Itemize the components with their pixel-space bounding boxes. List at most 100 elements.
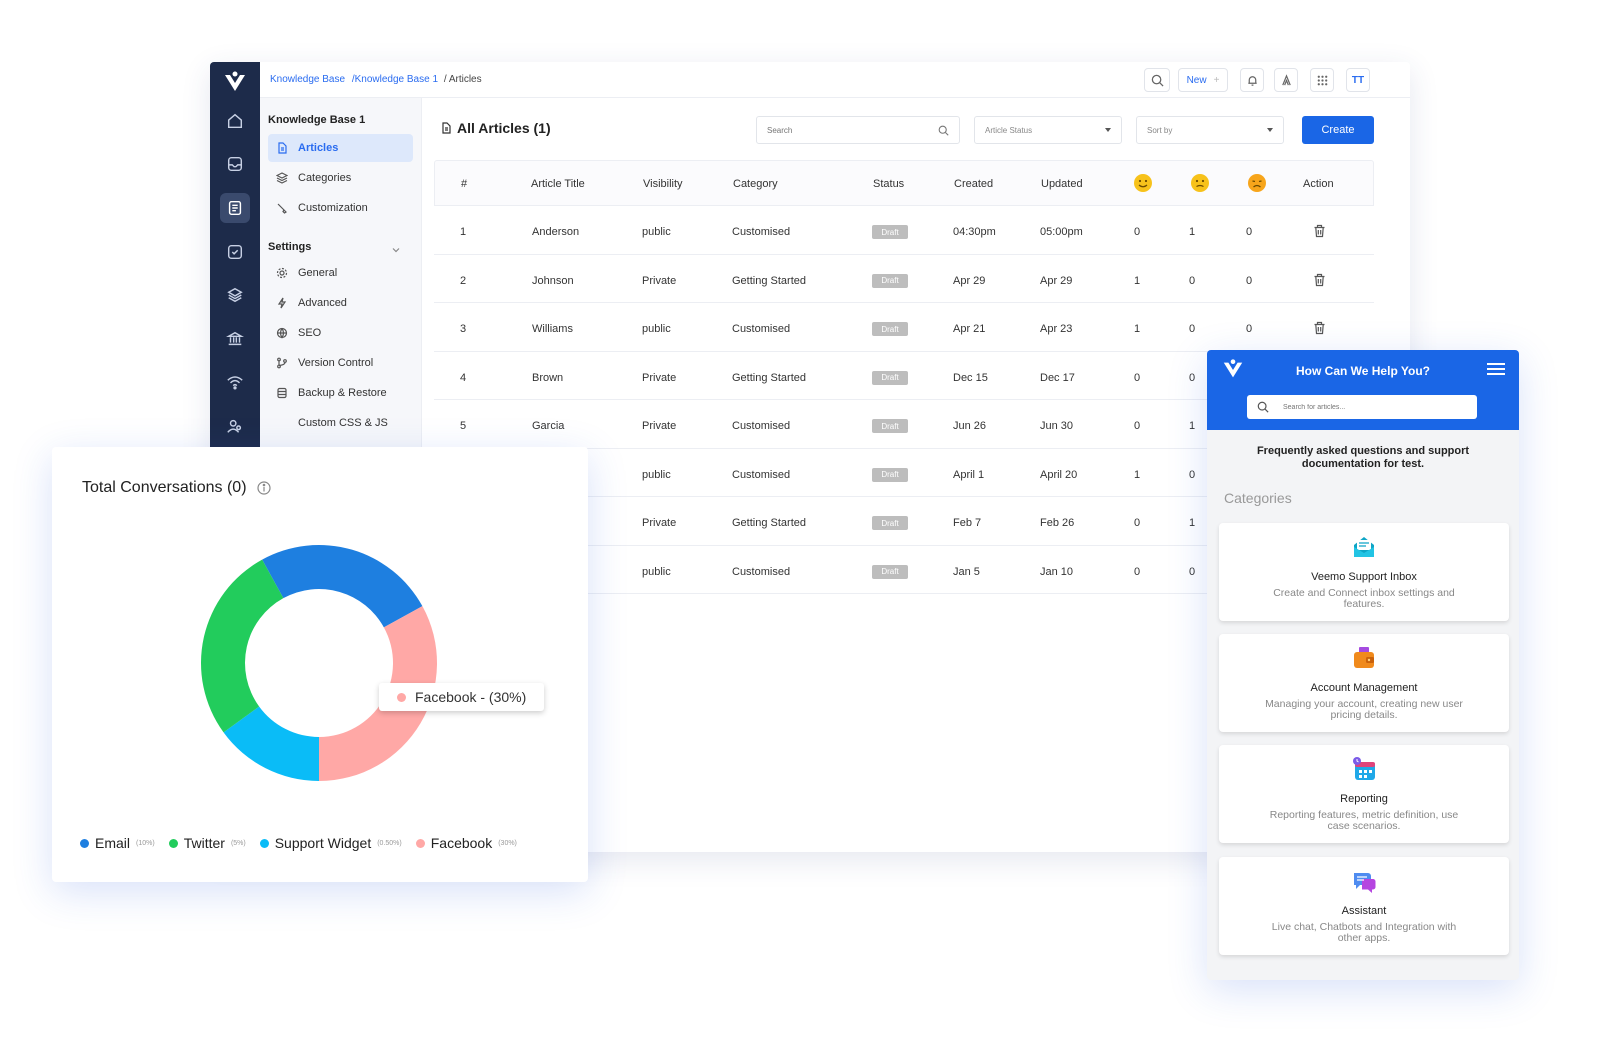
cell-created: Apr 21 [953, 323, 986, 335]
donut-slice-email[interactable] [262, 545, 423, 628]
trash-icon[interactable] [1313, 273, 1326, 287]
chat-icon [1354, 873, 1376, 893]
legend-name: Facebook [430, 835, 493, 851]
cell-visibility: public [642, 565, 671, 578]
breadcrumb-knowledge-base[interactable]: Knowledge Base [270, 74, 345, 85]
status-badge: Draft [872, 467, 908, 482]
home-icon[interactable] [220, 106, 250, 136]
column-header[interactable]: Article Title [531, 178, 585, 190]
table-row[interactable]: 2 Johnson Private Getting Started Apr 29 Apr … [434, 255, 1374, 303]
subnav-item-label: Advanced [298, 297, 347, 309]
legend-item-twitter[interactable]: Twitter (5%) [168, 835, 246, 851]
cell-created: Jan 5 [953, 565, 980, 578]
category-description: Live chat, Chatbots and Integration with… [1271, 921, 1457, 944]
cell-created: 04:30pm [953, 226, 996, 238]
column-header[interactable]: Created [954, 178, 993, 190]
subnav-item-articles[interactable]: Articles [268, 134, 413, 162]
document-icon [442, 122, 451, 134]
cell-title: Johnson [532, 274, 574, 287]
cell-updated: April 20 [1040, 468, 1078, 481]
article-status-select[interactable]: Article Status [974, 116, 1122, 144]
subnav-item-seo[interactable]: SEO [268, 319, 413, 347]
tooltip-dot [397, 692, 406, 702]
column-header: Action [1303, 178, 1334, 190]
create-button[interactable]: Create [1302, 116, 1374, 144]
sort-by-select[interactable]: Sort by [1136, 116, 1284, 144]
avatar[interactable]: TT [1346, 68, 1370, 92]
categories-heading: Categories [1224, 490, 1292, 506]
category-card-support-inbox[interactable]: Veemo Support Inbox Create and Connect i… [1219, 523, 1509, 621]
apps-button[interactable] [1310, 68, 1334, 92]
widget-search-input[interactable] [1283, 403, 1453, 411]
bank-icon[interactable] [220, 324, 250, 354]
search-button[interactable] [1144, 68, 1170, 92]
inbox-icon [1354, 537, 1374, 557]
category-card-reporting[interactable]: Reporting Reporting features, metric def… [1219, 745, 1509, 843]
cell-visibility: public [642, 226, 671, 238]
cell-category: Getting Started [732, 517, 806, 529]
cell-updated: Jun 30 [1040, 420, 1074, 432]
legend-item-facebook[interactable]: Facebook (30%) [415, 835, 517, 851]
wifi-icon[interactable] [220, 367, 250, 397]
branch-icon [277, 357, 287, 369]
table-row[interactable]: 3 Williams public Customised Apr 21 Apr 23 1 0 0… [434, 303, 1374, 352]
new-button[interactable]: New + [1178, 68, 1228, 92]
veemo-logo-icon[interactable] [222, 70, 248, 96]
column-header[interactable]: Status [873, 178, 904, 190]
subnav-item-categories[interactable]: Categories [268, 164, 413, 192]
subnav-item-customization[interactable]: Customization [268, 194, 413, 222]
table-row[interactable]: 1 Anderson public Customised 04:30pm 05:00pm 0… [434, 206, 1374, 255]
article-status-value: Article Status [985, 125, 1033, 135]
search-input[interactable] [767, 125, 917, 135]
column-header[interactable]: Visibility [643, 178, 683, 190]
trash-icon[interactable] [1313, 321, 1326, 335]
notification-button[interactable] [1240, 68, 1264, 92]
cell-neutral: 0 [1189, 371, 1196, 384]
subnav-item-advanced[interactable]: Advanced [268, 289, 413, 317]
cell-title: Garcia [532, 420, 565, 432]
column-header[interactable]: Category [733, 178, 778, 190]
status-badge: Draft [872, 322, 908, 336]
settings-title: Settings [268, 241, 312, 253]
cell-neutral: 0 [1189, 323, 1196, 335]
widget-search-field[interactable] [1247, 395, 1477, 419]
sad-emoji-icon [1248, 174, 1266, 192]
category-description: Managing your account, creating new user… [1265, 698, 1463, 721]
donut-slice-twitter[interactable] [200, 559, 284, 733]
bolt-icon [277, 297, 287, 309]
legend-item-support-widget[interactable]: Support Widget (0.50%) [259, 835, 402, 851]
subnav-item-general[interactable]: General [268, 259, 413, 287]
inbox-icon[interactable] [220, 149, 250, 179]
settings-section-header[interactable]: Settings [268, 241, 413, 253]
hamburger-menu-icon[interactable] [1487, 362, 1505, 376]
cell-n: 4 [460, 371, 467, 384]
tasks-icon[interactable] [220, 237, 250, 267]
status-badge: Draft [872, 419, 908, 433]
cell-happy: 1 [1134, 468, 1141, 481]
category-name: Assistant [1341, 905, 1387, 917]
cell-title: Williams [532, 323, 573, 335]
happy-emoji-icon [1134, 174, 1152, 192]
layers-icon [276, 172, 288, 184]
cell-happy: 0 [1134, 517, 1141, 529]
subnav-item-version-control[interactable]: Version Control [268, 349, 413, 377]
category-card-assistant[interactable]: Assistant Live chat, Chatbots and Integr… [1219, 857, 1509, 955]
column-header[interactable]: Updated [1041, 178, 1083, 190]
grid-icon [1317, 75, 1327, 85]
search-field[interactable] [756, 116, 960, 144]
integrations-button[interactable] [1274, 68, 1298, 92]
layers-icon[interactable] [220, 280, 250, 310]
trash-icon[interactable] [1313, 224, 1326, 238]
knowledge-base-icon[interactable] [220, 193, 250, 223]
legend-item-email[interactable]: Email (10%) [80, 835, 155, 851]
subnav-item-label: Customization [298, 202, 368, 214]
cell-category: Customised [732, 468, 791, 481]
subnav-item-custom-css-js[interactable]: Custom CSS & JS [268, 409, 413, 437]
users-icon[interactable] [220, 411, 250, 441]
breadcrumb-knowledge-base-1[interactable]: Knowledge Base 1 [355, 74, 438, 85]
page-title: All Articles (1) [440, 120, 551, 136]
neutral-emoji-icon [1191, 174, 1209, 192]
subnav-item-label: Articles [298, 142, 339, 154]
subnav-item-backup-restore[interactable]: Backup & Restore [268, 379, 413, 407]
category-card-account-management[interactable]: Account Management Managing your account… [1219, 634, 1509, 732]
